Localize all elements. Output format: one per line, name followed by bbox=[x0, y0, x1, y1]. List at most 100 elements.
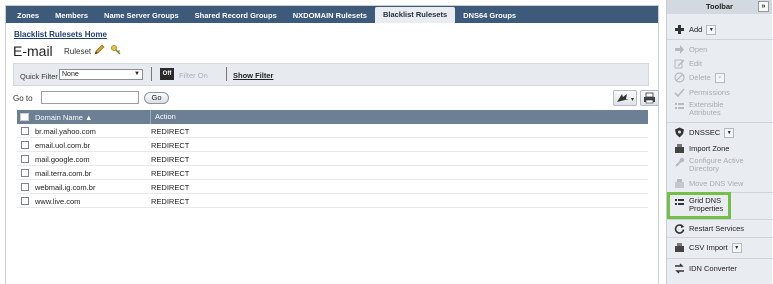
idn-converter-label: IDN Converter bbox=[689, 264, 737, 273]
table-row[interactable]: webmail.ig.com.br REDIRECT bbox=[17, 180, 648, 194]
highlight-box bbox=[667, 192, 731, 219]
table-row[interactable]: www.live.com REDIRECT bbox=[17, 194, 648, 208]
export-icon: ▾ bbox=[617, 94, 634, 103]
tab-zones[interactable]: Zones bbox=[9, 8, 47, 23]
select-all-checkbox[interactable] bbox=[20, 113, 29, 121]
delete-icon bbox=[674, 72, 685, 83]
export-menu-button[interactable]: ▾ bbox=[613, 90, 637, 106]
column-header-action[interactable]: Action bbox=[150, 110, 176, 124]
tab-shared-record-groups[interactable]: Shared Record Groups bbox=[187, 8, 285, 23]
divider bbox=[667, 258, 773, 259]
divider bbox=[667, 219, 773, 220]
domain-cell: www.live.com bbox=[35, 197, 81, 206]
divider bbox=[667, 237, 773, 238]
divider bbox=[226, 67, 227, 81]
domain-cell: mail.terra.com.br bbox=[35, 169, 92, 178]
quick-filter-select[interactable]: None ▼ bbox=[59, 69, 143, 80]
toolbar-title: Toolbar bbox=[706, 2, 733, 11]
restart-services-button[interactable]: Restart Services bbox=[674, 223, 744, 234]
extensible-attributes-button[interactable]: Extensible Attributes bbox=[674, 101, 724, 117]
tab-dns64-groups[interactable]: DNS64 Groups bbox=[455, 8, 524, 23]
table-row[interactable]: mail.google.com REDIRECT bbox=[17, 152, 648, 166]
import-icon bbox=[675, 144, 684, 153]
move-dns-view-button[interactable]: Move DNS View bbox=[674, 178, 743, 189]
page-title: E-mail bbox=[13, 43, 53, 59]
row-checkbox[interactable] bbox=[21, 155, 29, 163]
ruleset-label: Ruleset bbox=[64, 47, 92, 56]
move-dns-view-label: Move DNS View bbox=[689, 179, 744, 188]
row-checkbox[interactable] bbox=[21, 197, 29, 205]
action-cell: REDIRECT bbox=[151, 127, 190, 136]
main-panel: Zones Members Name Server Groups Shared … bbox=[5, 5, 659, 284]
table-row[interactable]: mail.terra.com.br REDIRECT bbox=[17, 166, 648, 180]
filter-toggle-button[interactable]: Off bbox=[160, 68, 174, 80]
row-checkbox[interactable] bbox=[21, 183, 29, 191]
goto-label: Go to bbox=[13, 94, 33, 103]
action-cell: REDIRECT bbox=[151, 155, 190, 164]
csv-import-button[interactable]: CSV Import ▼ bbox=[674, 242, 742, 253]
toolbar-header: Toolbar » bbox=[667, 0, 772, 14]
extensible-label-line2: Attributes bbox=[689, 108, 721, 117]
show-filter-link[interactable]: Show Filter bbox=[233, 71, 273, 80]
action-cell: REDIRECT bbox=[151, 169, 190, 178]
domain-cell: mail.google.com bbox=[35, 155, 90, 164]
edit-icon bbox=[674, 59, 685, 69]
row-checkbox[interactable] bbox=[21, 127, 29, 135]
configure-label-line2: Directory bbox=[689, 164, 720, 173]
goto-input[interactable] bbox=[41, 91, 139, 104]
expand-icon[interactable]: » bbox=[758, 1, 769, 12]
chevron-down-icon: ▼ bbox=[134, 71, 140, 77]
divider bbox=[151, 67, 152, 81]
column-header-domain-name[interactable]: Domain Name ▲ bbox=[35, 113, 92, 122]
filter-on-label: Filter On bbox=[179, 71, 208, 80]
quick-filter-bar: Quick Filter None ▼ Off Filter On Show F… bbox=[13, 63, 649, 86]
tab-blacklist-rulesets[interactable]: Blacklist Rulesets bbox=[374, 7, 456, 23]
configure-active-directory-button[interactable]: Configure Active Directory bbox=[674, 157, 744, 173]
table-header: Domain Name ▲ Action bbox=[17, 110, 648, 124]
plus-icon bbox=[675, 25, 684, 34]
csv-import-icon bbox=[675, 243, 684, 252]
chevron-down-icon[interactable]: ▼ bbox=[731, 242, 742, 253]
dnssec-button[interactable]: DNSSEC ▼ bbox=[674, 127, 735, 138]
divider bbox=[667, 122, 773, 123]
table-row[interactable]: email.uol.com.br REDIRECT bbox=[17, 138, 648, 152]
table-row[interactable]: br.mail.yahoo.com REDIRECT bbox=[17, 124, 648, 138]
delete-label: Delete bbox=[689, 73, 711, 82]
domain-cell: email.uol.com.br bbox=[35, 141, 91, 150]
delete-button[interactable]: Delete ▼ bbox=[674, 72, 725, 83]
domain-cell: br.mail.yahoo.com bbox=[35, 127, 96, 136]
tab-name-server-groups[interactable]: Name Server Groups bbox=[96, 8, 187, 23]
row-checkbox[interactable] bbox=[21, 169, 29, 177]
printer-icon bbox=[644, 92, 655, 104]
quick-filter-label: Quick Filter bbox=[20, 72, 58, 81]
idn-converter-button[interactable]: IDN Converter bbox=[674, 263, 737, 274]
action-cell: REDIRECT bbox=[151, 141, 190, 150]
row-checkbox[interactable] bbox=[21, 141, 29, 149]
tab-nxdomain-rulesets[interactable]: NXDOMAIN Rulesets bbox=[285, 8, 375, 23]
permissions-icon[interactable] bbox=[110, 44, 122, 56]
restart-icon bbox=[674, 224, 685, 234]
restart-services-label: Restart Services bbox=[689, 224, 745, 233]
chevron-down-icon[interactable]: ▼ bbox=[706, 24, 717, 35]
tab-bar: Zones Members Name Server Groups Shared … bbox=[6, 6, 658, 23]
quick-filter-value: None bbox=[62, 71, 79, 78]
open-button[interactable]: Open bbox=[674, 44, 707, 55]
import-zone-button[interactable]: Import Zone bbox=[674, 143, 729, 154]
pencil-icon[interactable] bbox=[93, 44, 105, 56]
shield-icon bbox=[675, 127, 684, 138]
add-label: Add bbox=[689, 25, 703, 34]
tab-members[interactable]: Members bbox=[47, 8, 96, 23]
permissions-button[interactable]: Permissions bbox=[674, 87, 730, 98]
action-cell: REDIRECT bbox=[151, 183, 190, 192]
add-button[interactable]: Add ▼ bbox=[674, 24, 717, 35]
breadcrumb[interactable]: Blacklist Rulesets Home bbox=[14, 30, 107, 39]
edit-button[interactable]: Edit bbox=[674, 58, 702, 69]
list-icon bbox=[675, 103, 684, 109]
sort-asc-icon: ▲ bbox=[85, 113, 93, 122]
wrench-icon bbox=[675, 157, 685, 167]
chevron-down-icon[interactable]: ▼ bbox=[724, 127, 735, 138]
print-button[interactable] bbox=[640, 90, 659, 106]
chevron-down-icon[interactable]: ▼ bbox=[714, 72, 725, 83]
go-button[interactable]: Go bbox=[144, 92, 169, 104]
svg-text:▾: ▾ bbox=[631, 96, 634, 103]
